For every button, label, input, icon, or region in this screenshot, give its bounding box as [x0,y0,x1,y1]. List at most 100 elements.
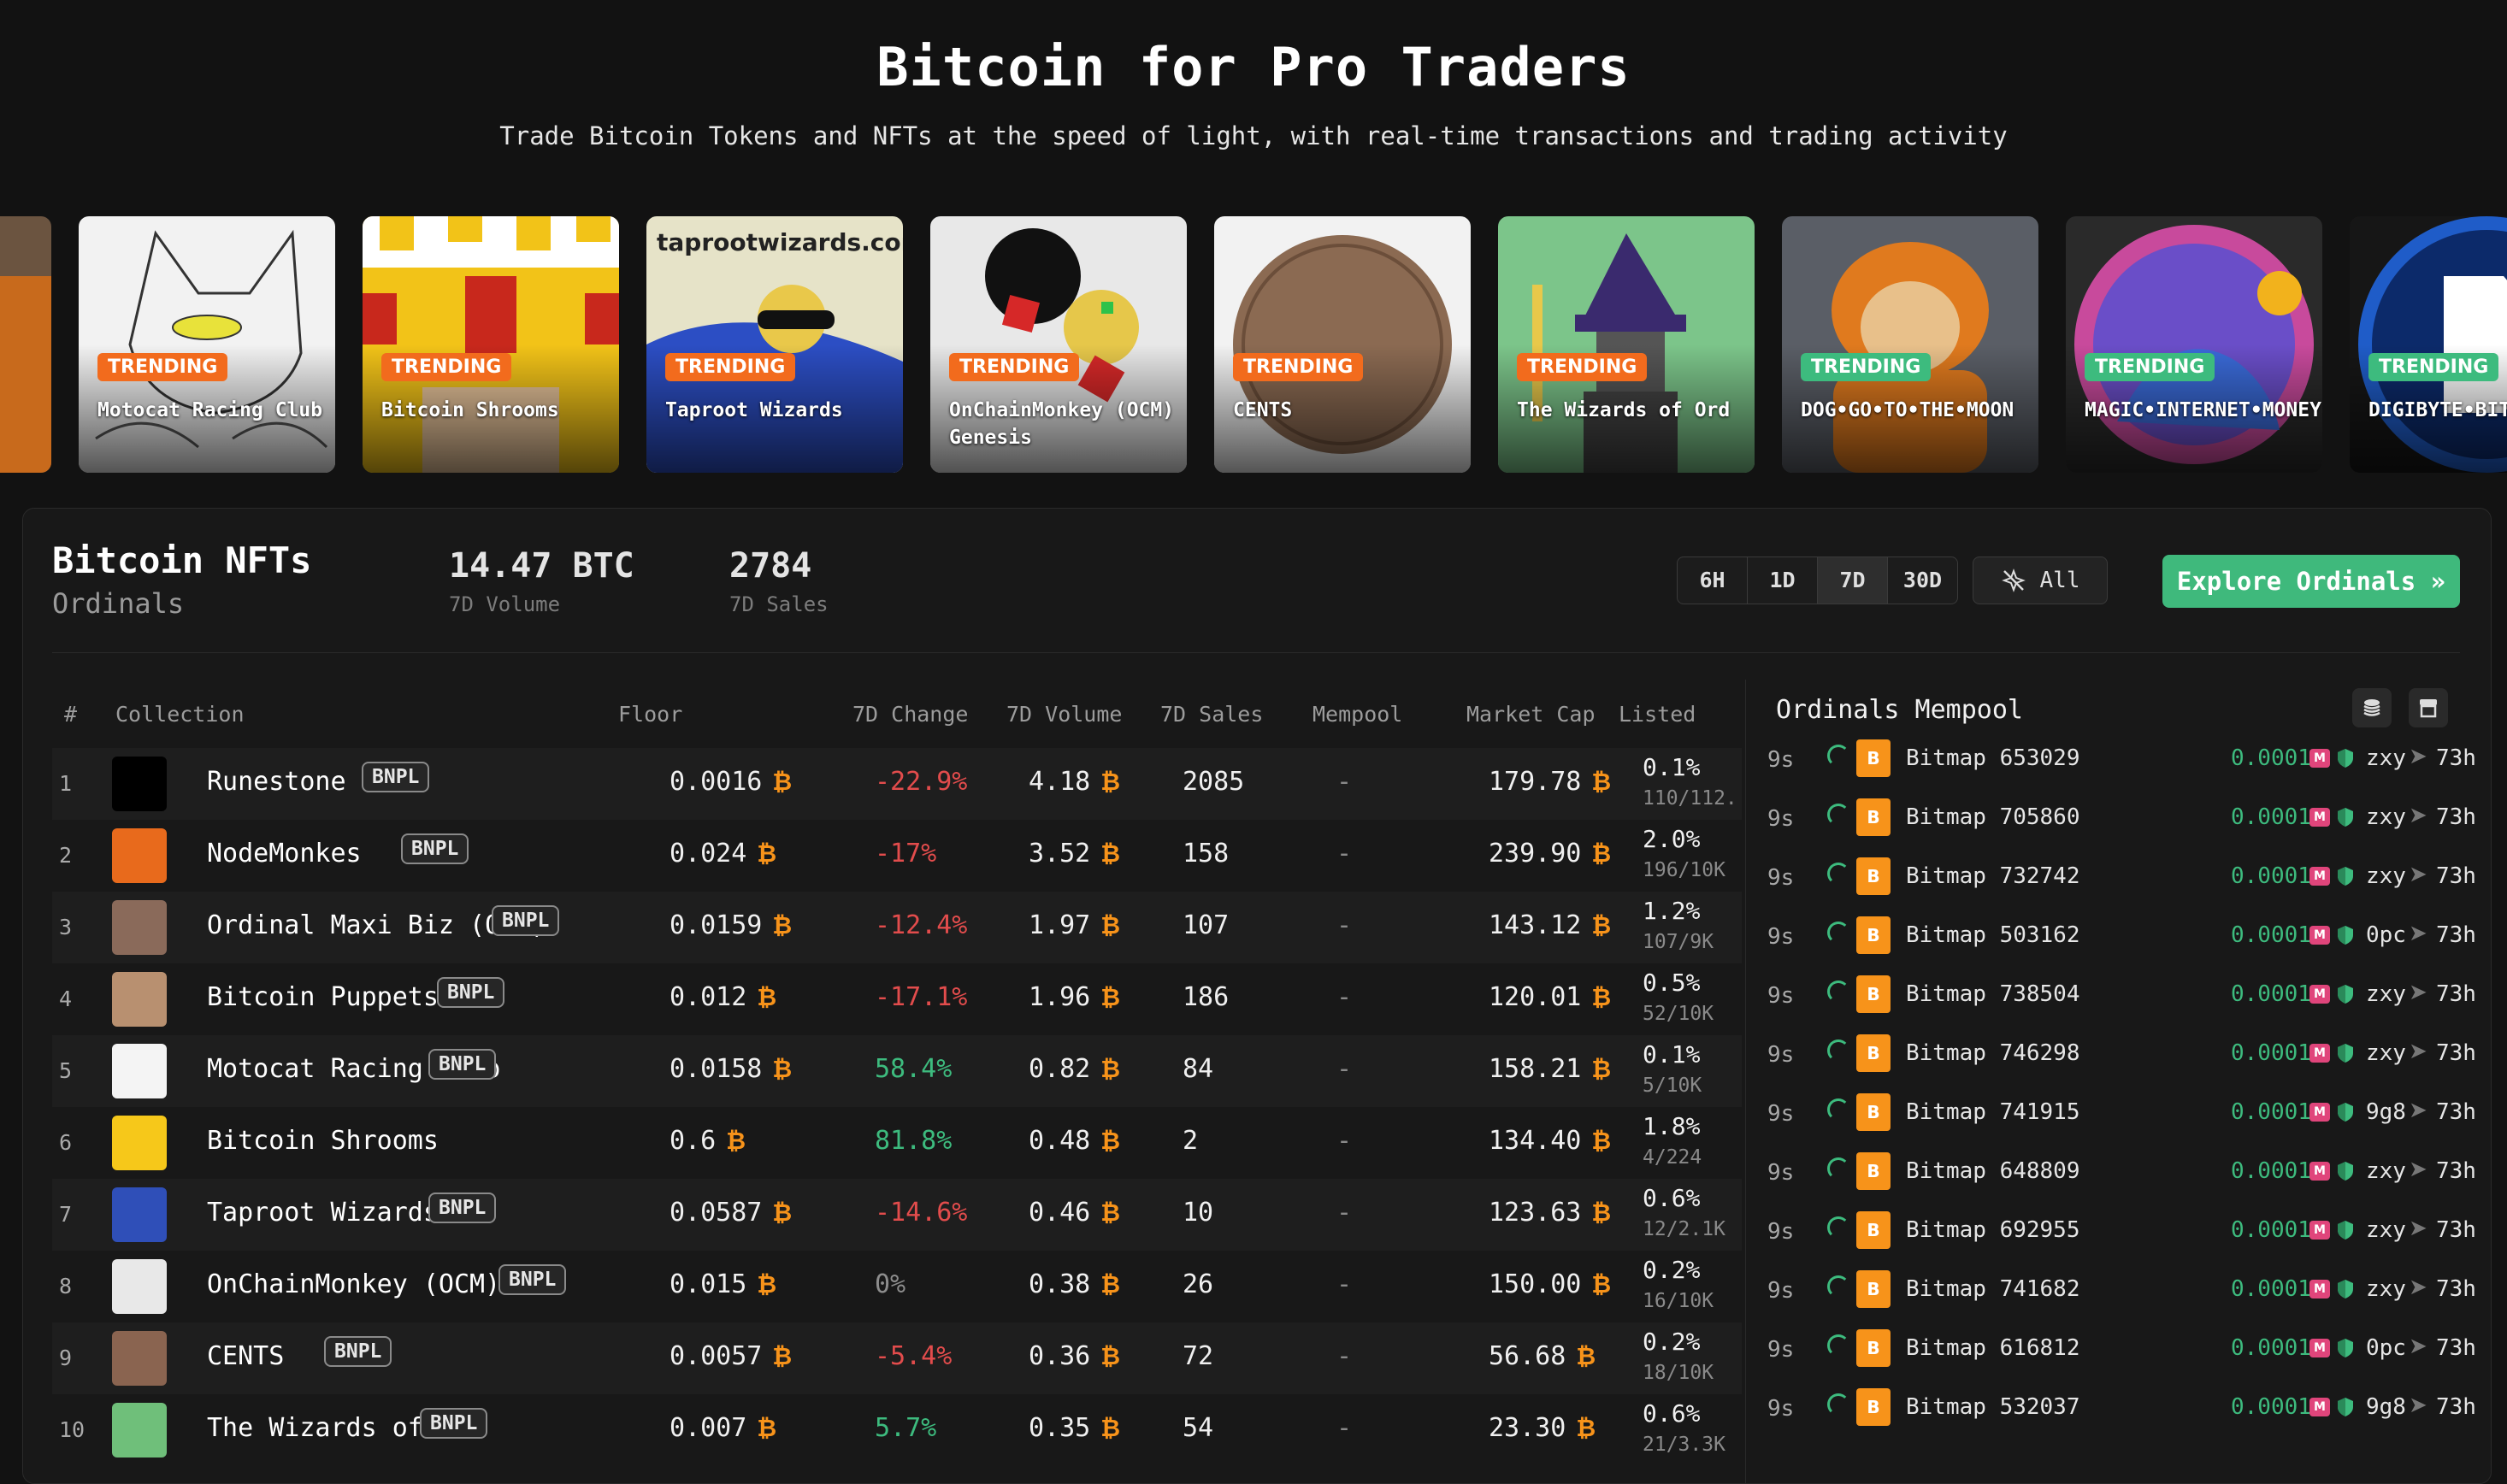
col-header-floor[interactable]: Floor [618,702,682,727]
mempool-item-name[interactable]: Bitmap 732742 [1906,863,2080,889]
trending-card-name: Motocat Racing Club [97,399,323,421]
collection-name[interactable]: Bitcoin Puppets [207,982,439,1012]
mempool-age: 9s [1767,1396,1795,1422]
col-header-listed[interactable]: Listed [1619,702,1696,727]
trending-card-shrooms[interactable]: TRENDING Bitcoin Shrooms [363,216,619,473]
mempool-item-name[interactable]: Bitmap 653029 [1906,745,2080,771]
mempool-user[interactable]: 9g8 [2366,1099,2406,1125]
col-header-mempool[interactable]: Mempool [1312,702,1402,727]
mempool-user[interactable]: zxy [2366,1276,2406,1302]
mempool-item[interactable]: 9s B Bitmap 741682 0.0001 Mzxy ➤ 73h [1767,1263,2476,1320]
mempool-user[interactable]: zxy [2366,981,2406,1007]
coins-icon[interactable] [2352,688,2392,727]
mempool-item-name[interactable]: Bitmap 738504 [1906,981,2080,1007]
mempool-item-name[interactable]: Bitmap 746298 [1906,1040,2080,1066]
mempool-item[interactable]: 9s B Bitmap 732742 0.0001 Mzxy ➤ 73h [1767,851,2476,907]
floor-price: 0.015 ₿ [670,1269,777,1299]
market-cap-value: 150.00 ₿ [1489,1269,1612,1299]
mempool-user[interactable]: zxy [2366,1217,2406,1243]
mempool-user[interactable]: zxy [2366,1158,2406,1184]
table-row[interactable]: 9 CENTS BNPL 0.0057 ₿ -5.4% 0.36 ₿ 72 - 56.68 ₿ 0.2%… [52,1322,1742,1394]
filter-all-button[interactable]: All [1973,556,2108,604]
table-row[interactable]: 8 OnChainMonkey (OCM) Ge… BNPL 0.015 ₿ 0% 0.38… [52,1251,1742,1322]
period-1d-button[interactable]: 1D [1748,557,1818,604]
mempool-item[interactable]: 9s B Bitmap 692955 0.0001 Mzxy ➤ 73h [1767,1204,2476,1261]
col-header-collection[interactable]: Collection [115,702,245,727]
table-row[interactable]: 5 Motocat Racing Club BNPL 0.0158 ₿ 58.4% 0.82… [52,1035,1742,1107]
collection-name[interactable]: Taproot Wizards [207,1198,439,1228]
trending-card-taproot[interactable]: taprootwizards.com TRENDING Taproot Wiza… [646,216,903,473]
mempool-item-name[interactable]: Bitmap 532037 [1906,1394,2080,1420]
trending-card-dog[interactable]: TRENDING DOG•GO•TO•THE•MOON [1782,216,2038,473]
explore-ordinals-button[interactable]: Explore Ordinals » [2162,555,2460,608]
collection-name[interactable]: CENTS [207,1341,284,1371]
period-7d-button[interactable]: 7D [1818,557,1888,604]
mempool-item[interactable]: 9s B Bitmap 648809 0.0001 Mzxy ➤ 73h [1767,1145,2476,1202]
mempool-user[interactable]: zxy [2366,1040,2406,1066]
table-row[interactable]: 2 NodeMonkes BNPL 0.024 ₿ -17% 3.52 ₿ 158 - 239.90… [52,820,1742,892]
bnpl-badge: BNPL [498,1264,567,1295]
btc-icon: ₿ [1100,1414,1121,1442]
collection-thumbnail[interactable] [112,972,167,1027]
table-row[interactable]: 6 Bitcoin Shrooms 0.6 ₿ 81.8% 0.48 ₿ 2 - 134.40 ₿ 1… [52,1107,1742,1179]
mempool-item[interactable]: 9s B Bitmap 705860 0.0001 Mzxy ➤ 73h [1767,792,2476,848]
market-cap-value: 158.21 ₿ [1489,1054,1612,1084]
listed-count: 196/10K [1643,859,1725,881]
mempool-item-name[interactable]: Bitmap 648809 [1906,1158,2080,1184]
mempool-item-name[interactable]: Bitmap 705860 [1906,804,2080,830]
mempool-time: 73h [2436,745,2476,771]
trending-card-digibyte[interactable]: TRENDING DIGIBYTE•BITCOIN [2350,216,2507,473]
collection-thumbnail[interactable] [112,1116,167,1170]
collection-thumbnail[interactable] [112,1187,167,1242]
mempool-item[interactable]: 9s B Bitmap 746298 0.0001 Mzxy ➤ 73h [1767,1028,2476,1084]
mempool-user[interactable]: 0pc [2366,922,2406,948]
trending-card-wizards-ord[interactable]: TRENDING The Wizards of Ord [1498,216,1755,473]
store-icon[interactable] [2409,688,2448,727]
collection-name[interactable]: Runestone [207,767,346,797]
period-30d-button[interactable]: 30D [1888,557,1957,604]
mempool-item[interactable]: 9s B Bitmap 616812 0.0001 M 0pc ➤ 73h [1767,1322,2476,1379]
collection-name[interactable]: NodeMonkes [207,839,362,869]
table-row[interactable]: 1 Runestone BNPL 0.0016 ₿ -22.9% 4.18 ₿ 2085 - 179… [52,748,1742,820]
table-row[interactable]: 3 Ordinal Maxi Biz (OMB) BNPL 0.0159 ₿ -12.4%… [52,892,1742,963]
arrow-right-icon: ➤ [2409,1157,2427,1182]
table-row[interactable]: 10 The Wizards of Ord BNPL 0.007 ₿ 5.7% 0.35 ₿ 5… [52,1394,1742,1466]
mempool-user[interactable]: zxy [2366,804,2406,830]
collection-thumbnail[interactable] [112,1044,167,1098]
table-row[interactable]: 7 Taproot Wizards BNPL 0.0587 ₿ -14.6% 0.46 ₿ 10… [52,1179,1742,1251]
col-header-market-cap[interactable]: Market Cap [1466,702,1596,727]
trending-card-motocat[interactable]: TRENDING Motocat Racing Club [79,216,335,473]
mempool-item-name[interactable]: Bitmap 741915 [1906,1099,2080,1125]
trending-card-ocm[interactable]: TRENDING OnChainMonkey (OCM) Genesis [930,216,1187,473]
collection-thumbnail[interactable] [112,757,167,811]
trending-card-partial[interactable] [0,216,51,473]
magic-eden-icon: M [2309,1103,2330,1122]
collection-thumbnail[interactable] [112,1331,167,1386]
collection-thumbnail[interactable] [112,1259,167,1314]
period-6h-button[interactable]: 6H [1678,557,1748,604]
trending-card-magic-money[interactable]: TRENDING MAGIC•INTERNET•MONEY [2066,216,2322,473]
col-header-change[interactable]: 7D Change [852,702,968,727]
table-row[interactable]: 4 Bitcoin Puppets BNPL 0.012 ₿ -17.1% 1.96 ₿ 186… [52,963,1742,1035]
mempool-user[interactable]: zxy [2366,863,2406,889]
mempool-user[interactable]: 9g8 [2366,1394,2406,1420]
mempool-item-name[interactable]: Bitmap 741682 [1906,1276,2080,1302]
trending-card-cents[interactable]: TRENDING CENTS [1214,216,1471,473]
col-header-sales[interactable]: 7D Sales [1160,702,1263,727]
sales-value: 84 [1183,1054,1214,1084]
mempool-item-name[interactable]: Bitmap 692955 [1906,1217,2080,1243]
mempool-item[interactable]: 9s B Bitmap 532037 0.0001 M 9g8 ➤ 73h [1767,1381,2476,1438]
mempool-user[interactable]: 0pc [2366,1335,2406,1361]
mempool-item[interactable]: 9s B Bitmap 741915 0.0001 M 9g8 ➤ 73h [1767,1086,2476,1143]
collection-name[interactable]: Bitcoin Shrooms [207,1126,439,1156]
mempool-item[interactable]: 9s B Bitmap 738504 0.0001 Mzxy ➤ 73h [1767,969,2476,1025]
mempool-item[interactable]: 9s B Bitmap 653029 0.0001 Mzxy ➤ 73h [1767,733,2476,789]
mempool-item[interactable]: 9s B Bitmap 503162 0.0001 M 0pc ➤ 73h [1767,910,2476,966]
mempool-user[interactable]: zxy [2366,745,2406,771]
mempool-item-name[interactable]: Bitmap 616812 [1906,1335,2080,1361]
col-header-volume[interactable]: 7D Volume [1006,702,1122,727]
collection-thumbnail[interactable] [112,1403,167,1458]
collection-thumbnail[interactable] [112,900,167,955]
collection-thumbnail[interactable] [112,828,167,883]
mempool-item-name[interactable]: Bitmap 503162 [1906,922,2080,948]
